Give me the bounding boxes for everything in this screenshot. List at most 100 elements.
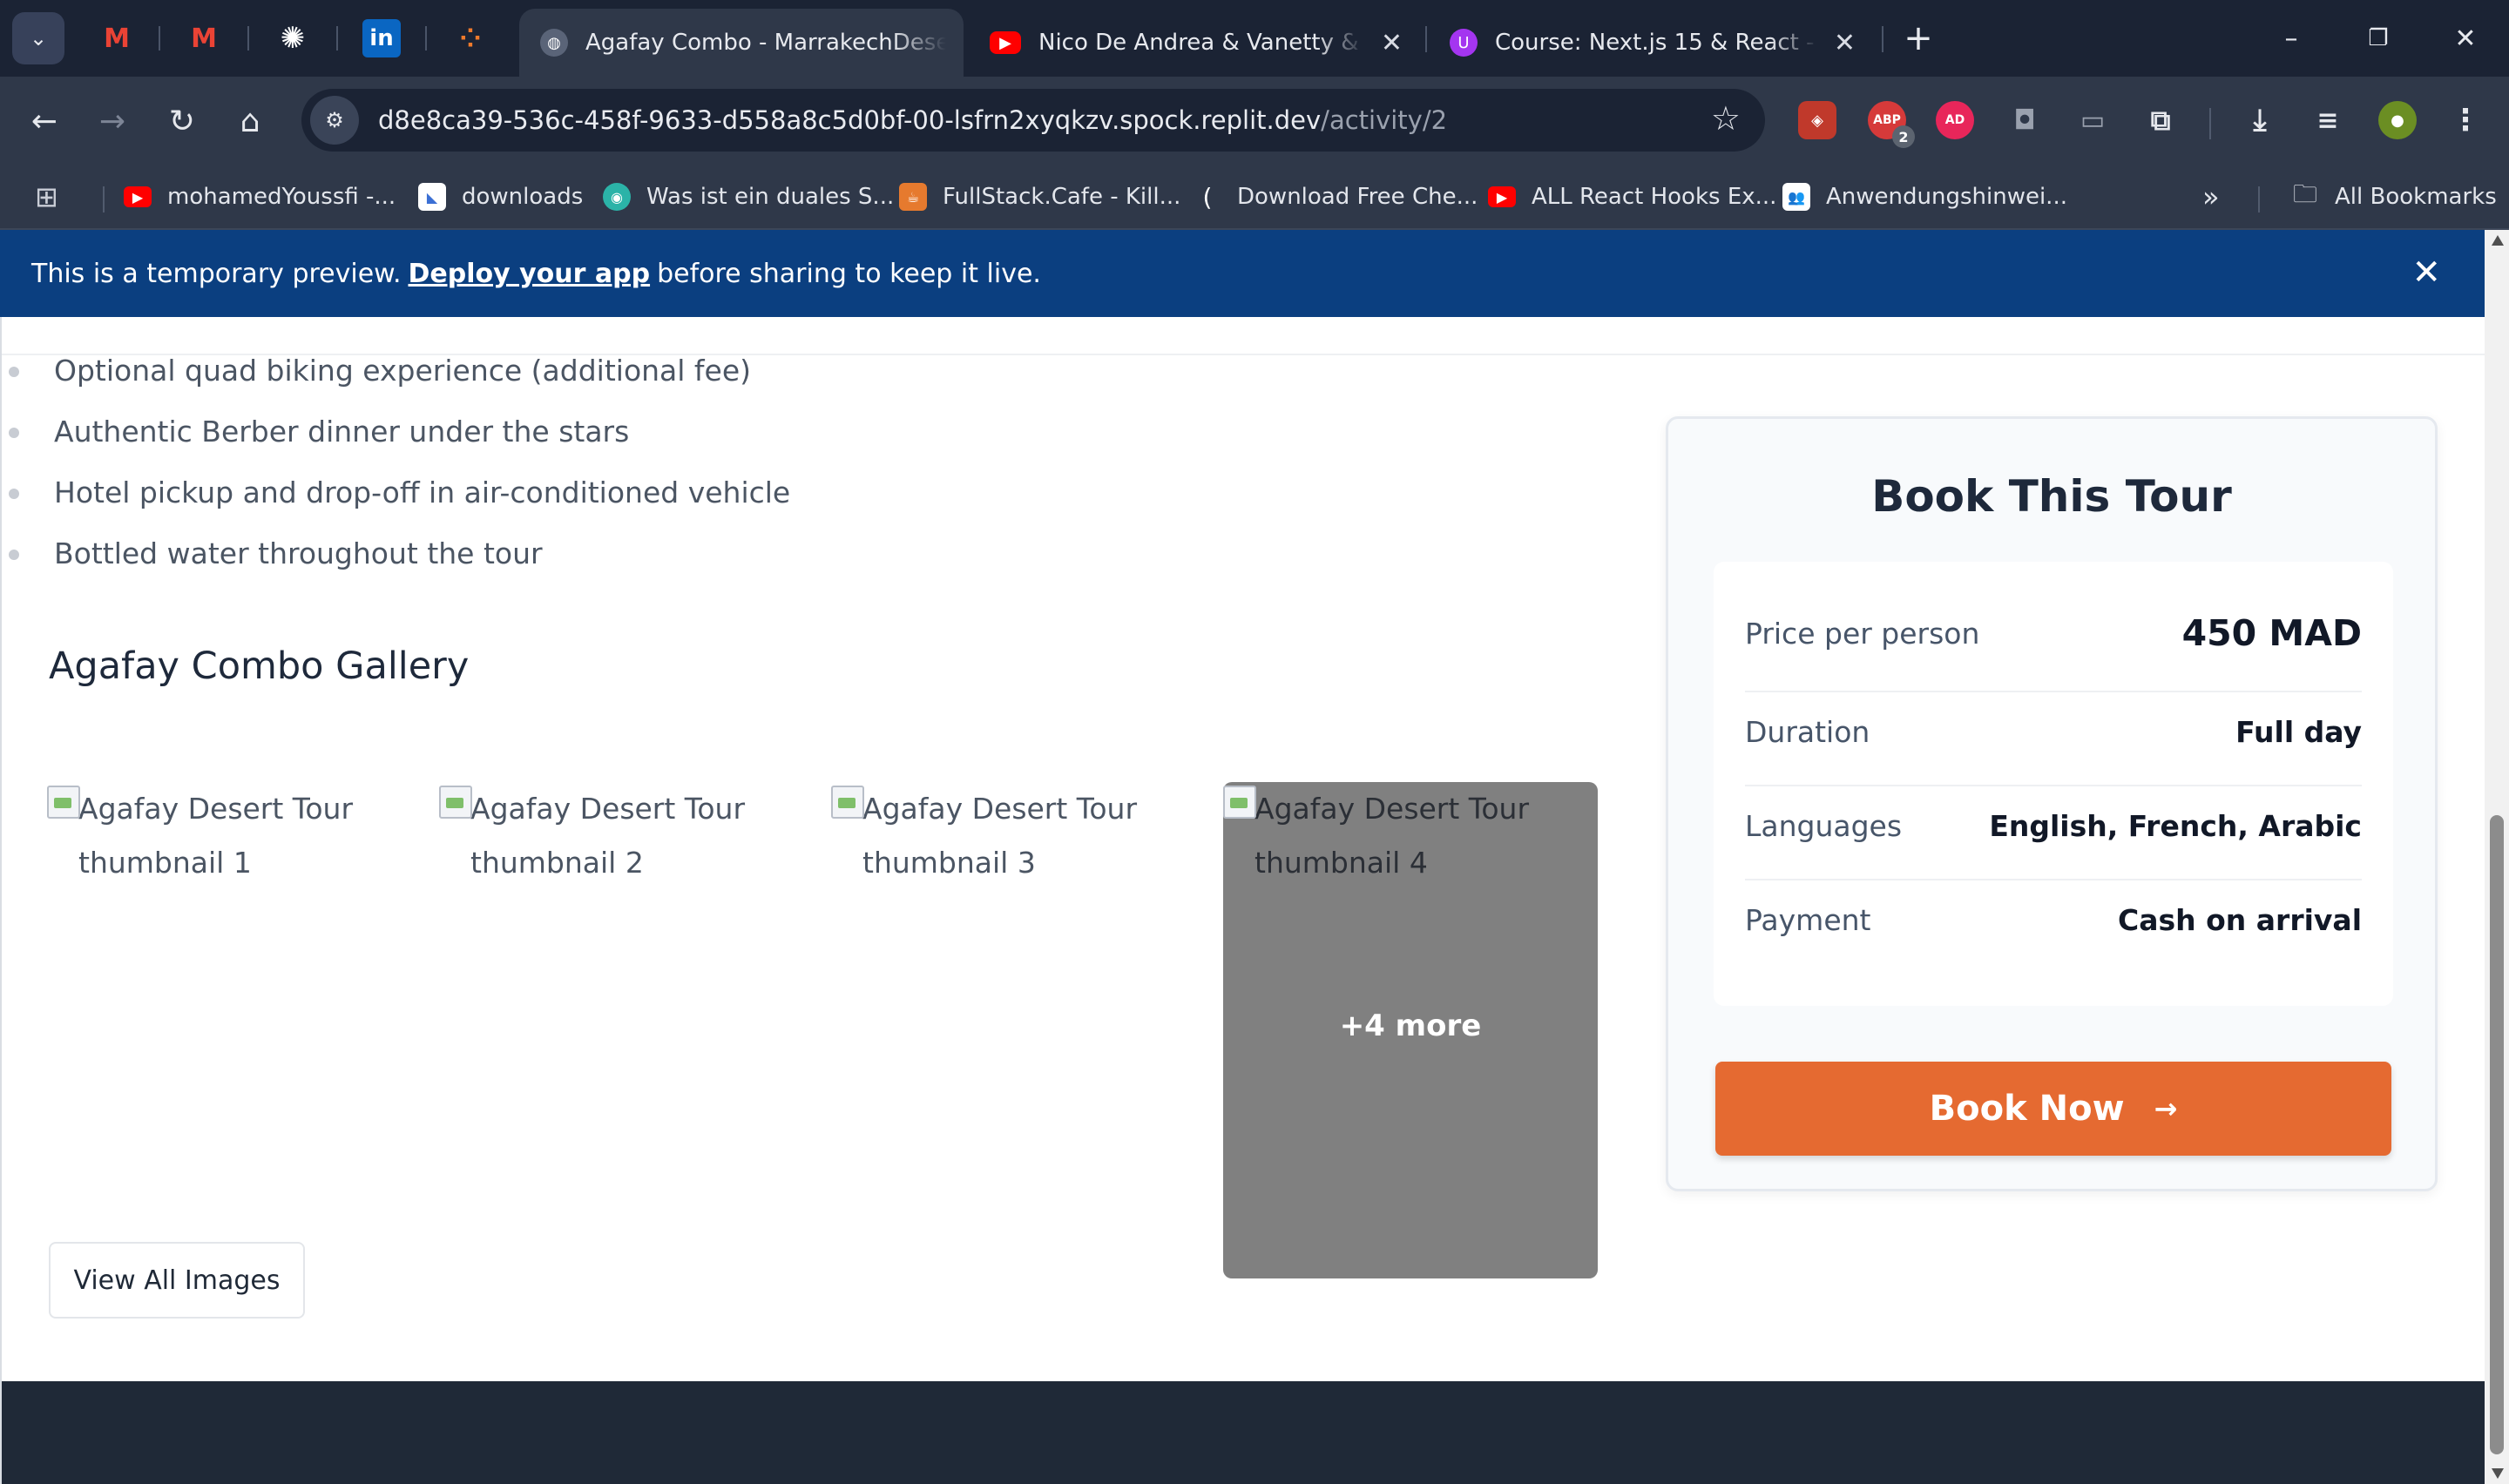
tab-separator	[1882, 26, 1883, 52]
youtube-icon: ▶	[124, 186, 152, 207]
page-scrollbar[interactable]	[2485, 230, 2509, 1484]
url-text[interactable]: d8e8ca39-536c-458f-9633-d558a8c5d0bf-00-…	[378, 105, 1447, 135]
close-tab-icon[interactable]: ✕	[1834, 28, 1856, 58]
bookmark-item[interactable]: ▶ ALL React Hooks Ex...	[1488, 178, 1776, 216]
picture-in-picture-icon[interactable]: ▭	[2073, 101, 2112, 139]
bookmark-star-icon[interactable]: ☆	[1711, 99, 1741, 138]
close-icon[interactable]: ✕	[2411, 253, 2441, 293]
browser-toolbar: ← → ↻ ⌂ ⚙ d8e8ca39-536c-458f-9633-d558a8…	[0, 77, 2509, 164]
broken-image-alt: Agafay Desert Tour thumbnail 3	[831, 782, 1206, 890]
all-bookmarks-button[interactable]: 🗀 All Bookmarks	[2291, 178, 2497, 216]
gmail-icon[interactable]: M	[185, 19, 223, 57]
site-icon: ◉	[603, 183, 631, 211]
payment-value: Cash on arrival	[2118, 903, 2362, 937]
bookmark-item[interactable]: ◉ Was ist ein duales S...	[603, 178, 894, 216]
bookmark-label: ALL React Hooks Ex...	[1532, 184, 1777, 210]
duration-value: Full day	[2235, 715, 2362, 749]
extension-icon[interactable]: ◈	[1798, 101, 1836, 139]
payment-row: Payment Cash on arrival	[1745, 903, 2362, 937]
tab-title: Course: Next.js 15 & React - The Complet…	[1495, 30, 1818, 56]
deploy-app-link[interactable]: Deploy your app	[408, 259, 650, 289]
included-item: Optional quad biking experience (additio…	[8, 354, 752, 388]
pinned-separator	[159, 26, 160, 51]
menu-kebab-icon[interactable]: ⋮	[2446, 101, 2485, 139]
bookmark-item[interactable]: 👥 Anwendungshinwei...	[1782, 178, 2067, 216]
address-bar[interactable]: ⚙ d8e8ca39-536c-458f-9633-d558a8c5d0bf-0…	[301, 89, 1765, 152]
back-arrow-icon[interactable]: ←	[21, 98, 68, 145]
media-control-icon[interactable]: ≡	[2309, 101, 2347, 139]
profile-avatar[interactable]: ●	[2378, 101, 2417, 139]
gallery-thumbnail[interactable]: Agafay Desert Tour thumbnail 3	[831, 782, 1206, 1278]
toolbar-separator	[2209, 108, 2211, 139]
broken-image-alt: Agafay Desert Tour thumbnail 2	[439, 782, 814, 890]
bookmark-label: Download Free Che...	[1237, 184, 1478, 210]
minimize-button[interactable]: –	[2265, 17, 2317, 59]
tab-udemy-course[interactable]: U Course: Next.js 15 & React - The Compl…	[1429, 9, 1873, 77]
bookmark-item[interactable]: ◣ downloads	[418, 178, 583, 216]
duration-label: Duration	[1745, 715, 1870, 749]
bookmark-label: Anwendungshinwei...	[1826, 184, 2067, 210]
gallery-title: Agafay Combo Gallery	[49, 644, 470, 688]
restore-button[interactable]: ❐	[2352, 17, 2404, 59]
extension-adblock-icon[interactable]: ABP 2	[1868, 101, 1915, 148]
extensions-puzzle-icon[interactable]: ⧉	[2141, 101, 2180, 139]
languages-row: Languages English, French, Arabic	[1745, 809, 2362, 843]
languages-value: English, French, Arabic	[1989, 809, 2362, 843]
globe-icon: ◍	[540, 29, 568, 57]
extension-ad-icon[interactable]: AD	[1936, 101, 1974, 139]
gallery-thumbnail-more[interactable]: Agafay Desert Tour thumbnail 4 +4 more	[1223, 782, 1598, 1278]
close-tab-icon[interactable]: ✕	[1381, 28, 1403, 58]
extension-robot-icon[interactable]: ◘	[2005, 101, 2044, 139]
tab-agafay-combo[interactable]: ◍ Agafay Combo - MarrakechDesertTours	[519, 9, 964, 77]
apps-grid-icon[interactable]: ⊞	[35, 178, 58, 216]
pinned-separator	[247, 26, 249, 51]
close-window-button[interactable]: ✕	[2439, 17, 2492, 59]
bookmark-item[interactable]: ( Download Free Che...	[1194, 178, 1478, 216]
view-all-images-button[interactable]: View All Images	[49, 1242, 305, 1319]
scrollbar-thumb[interactable]	[2490, 815, 2504, 1454]
bookmark-label: FullStack.Cafe - Kill...	[943, 184, 1181, 210]
home-icon[interactable]: ⌂	[227, 98, 274, 145]
scroll-up-arrow-icon[interactable]	[2492, 235, 2504, 246]
bookmark-label: mohamedYoussfi -...	[167, 184, 396, 210]
arrow-right-icon: →	[2154, 1092, 2178, 1125]
chatgpt-icon[interactable]: ✺	[274, 19, 312, 57]
app-icon[interactable]: ⁘	[451, 19, 490, 57]
bookmark-item[interactable]: ☕ FullStack.Cafe - Kill...	[899, 178, 1180, 216]
download-icon[interactable]: ⤓	[2241, 101, 2279, 139]
page-viewport: This is a temporary preview. Deploy your…	[0, 230, 2485, 1484]
book-now-label: Book Now	[1929, 1089, 2125, 1129]
scroll-down-arrow-icon[interactable]	[2492, 1468, 2504, 1479]
bookmark-item[interactable]: ▶ mohamedYoussfi -...	[124, 178, 396, 216]
more-images-label: +4 more	[1339, 1008, 1482, 1043]
forward-arrow-icon[interactable]: →	[89, 98, 136, 145]
url-host: d8e8ca39-536c-458f-9633-d558a8c5d0bf-00-…	[378, 105, 1322, 135]
bookmark-label: Was ist ein duales S...	[646, 184, 895, 210]
youtube-icon: ▶	[990, 31, 1021, 54]
reload-icon[interactable]: ↻	[159, 98, 206, 145]
site-settings-icon[interactable]: ⚙	[310, 96, 359, 145]
tab-search-chevron-icon[interactable]: ⌄	[12, 12, 64, 64]
bookmarks-overflow-button[interactable]: »	[2202, 178, 2220, 216]
broken-image-alt: Agafay Desert Tour thumbnail 1	[47, 782, 422, 890]
row-divider	[1745, 691, 2362, 692]
gmail-icon[interactable]: M	[98, 19, 136, 57]
folder-icon: 🗀	[2292, 179, 2317, 208]
gallery-thumbnail[interactable]: Agafay Desert Tour thumbnail 2	[439, 782, 814, 1278]
udemy-icon: U	[1450, 29, 1478, 57]
tab-youtube-nico[interactable]: ▶ Nico De Andrea & Vanetty & Kevin ✕	[969, 9, 1420, 77]
duration-row: Duration Full day	[1745, 715, 2362, 749]
payment-label: Payment	[1745, 903, 1871, 937]
banner-text: before sharing to keep it live.	[657, 258, 1041, 289]
all-bookmarks-label: All Bookmarks	[2335, 184, 2497, 210]
new-tab-button[interactable]: +	[1897, 17, 1939, 59]
included-item: Bottled water throughout the tour	[9, 536, 543, 570]
tab-separator	[1425, 26, 1427, 52]
preview-banner: This is a temporary preview. Deploy your…	[0, 230, 2485, 317]
gallery-thumbnail[interactable]: Agafay Desert Tour thumbnail 1	[47, 782, 422, 1278]
url-path: /activity/2	[1321, 105, 1448, 135]
pinned-separator	[425, 26, 427, 51]
book-now-button[interactable]: Book Now →	[1715, 1062, 2391, 1156]
linkedin-icon[interactable]: in	[362, 19, 401, 57]
page-content: Optional quad biking experience (additio…	[0, 317, 2485, 1484]
